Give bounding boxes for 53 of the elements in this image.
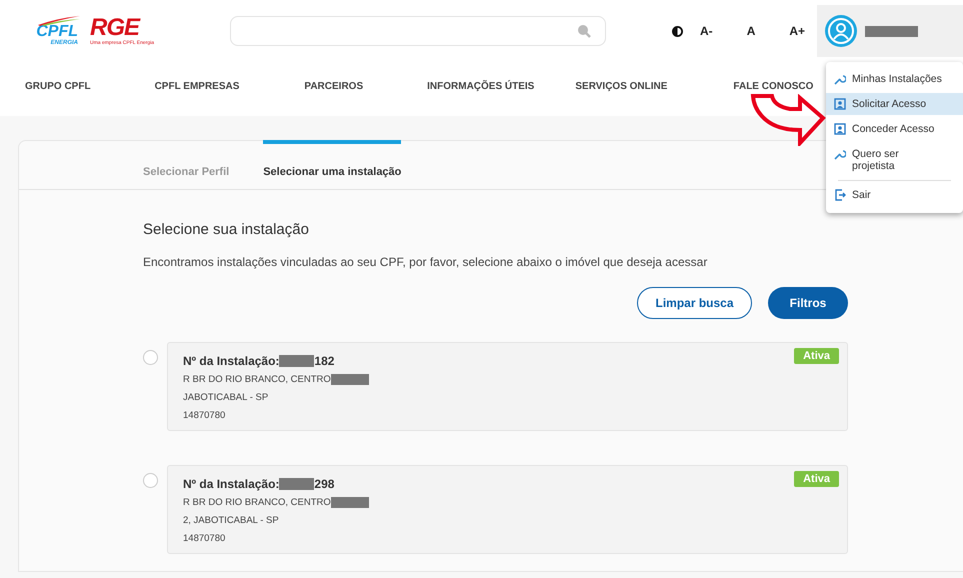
radio-button[interactable] bbox=[143, 350, 158, 365]
status-badge: Ativa bbox=[794, 471, 839, 487]
nav-link[interactable]: PARCEIROS bbox=[304, 80, 364, 92]
font-size-button[interactable]: A bbox=[736, 24, 766, 38]
address-text: R BR DO RIO BRANCO, CENTRO bbox=[183, 496, 331, 508]
nav-link[interactable]: SERVIÇOS ONLINE bbox=[575, 80, 668, 92]
clear-search-button[interactable]: Limpar busca bbox=[637, 287, 752, 319]
logo-text: RGE bbox=[90, 16, 140, 40]
redacted-address bbox=[330, 374, 369, 384]
status-badge: Ativa bbox=[794, 348, 839, 364]
logo-text: CPFL bbox=[36, 24, 78, 40]
search-icon bbox=[577, 24, 592, 38]
installation-label: Nº da Instalação: bbox=[183, 476, 280, 490]
redacted-number bbox=[279, 478, 314, 490]
city-text: 2, JABOTICABAL - SP bbox=[183, 514, 279, 526]
radio-button[interactable] bbox=[143, 473, 158, 488]
menu-item[interactable]: Minhas Instalações bbox=[826, 68, 963, 90]
avatar-icon bbox=[825, 15, 857, 47]
exit-icon bbox=[834, 189, 846, 201]
installation-label: Nº da Instalação: bbox=[183, 354, 280, 368]
installation-card[interactable]: Nº da Instalação: 298 R BR DO RIO BRANCO, CENTRO 2, JABOTICABAL - SP 14870780 Ativa bbox=[167, 465, 848, 554]
menu-item[interactable]: Sair bbox=[826, 184, 963, 206]
redacted-number bbox=[279, 354, 314, 366]
wrench-icon bbox=[834, 148, 846, 160]
zip-code: 14870780 bbox=[183, 410, 226, 420]
nav-link[interactable]: INFORMAÇÕES ÚTEIS bbox=[427, 80, 534, 92]
filter-button[interactable]: Filtros bbox=[768, 287, 848, 319]
address-text: R BR DO RIO BRANCO, CENTRO bbox=[183, 374, 331, 384]
zip-code: 14870780 bbox=[183, 532, 226, 544]
nav-link[interactable]: FALE CONOSCO bbox=[733, 80, 814, 92]
font-size-button[interactable]: A- bbox=[689, 24, 724, 38]
nav-link[interactable]: CPFL EMPRESAS bbox=[154, 80, 240, 92]
swoosh-icon bbox=[36, 16, 80, 26]
id-card-icon bbox=[834, 123, 846, 135]
menu-item[interactable]: Quero ser projetista bbox=[826, 143, 963, 177]
section-title: Selecione sua instalação bbox=[143, 221, 310, 238]
redacted-address bbox=[330, 496, 369, 508]
installation-number: 182 bbox=[314, 354, 334, 368]
menu-item[interactable]: Solicitar Acesso bbox=[826, 93, 963, 115]
installation-card[interactable]: Nº da Instalação: 182 R BR DO RIO BRANCO, CENTRO JABOTICABAL - SP 14870780 Ativa bbox=[167, 342, 848, 431]
redacted-name bbox=[865, 26, 918, 36]
wrench-icon bbox=[834, 73, 846, 85]
contrast-icon[interactable] bbox=[672, 26, 684, 36]
step-tab[interactable]: Selecionar uma instalação bbox=[263, 140, 402, 188]
description-text: Encontramos instalações vinculadas ao seu CPF, por favor, selecione abaixo o imóvel que deseja acessar bbox=[143, 255, 708, 269]
user-panel[interactable] bbox=[817, 5, 963, 57]
id-card-icon bbox=[834, 98, 846, 110]
installation-number: 298 bbox=[314, 476, 334, 490]
menu-item[interactable]: Conceder Acesso bbox=[826, 118, 963, 140]
search-field[interactable] bbox=[230, 16, 606, 46]
city-text: JABOTICABAL - SP bbox=[183, 392, 268, 402]
font-size-button[interactable]: A+ bbox=[778, 24, 816, 38]
nav-link[interactable]: GRUPO CPFL bbox=[25, 80, 91, 92]
